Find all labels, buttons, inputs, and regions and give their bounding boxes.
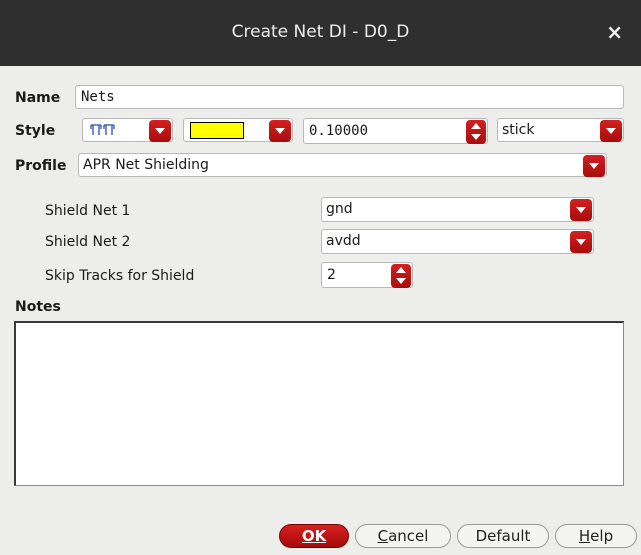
profile-select[interactable]: APR Net Shielding <box>78 153 607 177</box>
chevron-down-icon[interactable] <box>570 231 592 253</box>
width-stepper[interactable]: 0.10000 <box>303 118 488 144</box>
skip-tracks-label: Skip Tracks for Shield <box>45 268 195 284</box>
line-style-pattern-icon <box>90 124 115 135</box>
dialog-body: Name Nets Style 0.10000 stick Profile AP… <box>0 66 641 555</box>
chevron-down-icon[interactable] <box>583 155 605 177</box>
default-button[interactable]: Default <box>457 524 549 548</box>
notes-label: Notes <box>15 299 61 315</box>
shield-net1-select[interactable]: gnd <box>321 197 594 222</box>
shield-net2-select[interactable]: avdd <box>321 229 594 254</box>
name-input[interactable]: Nets <box>75 85 624 109</box>
notes-textarea[interactable] <box>14 321 624 486</box>
shield-net2-label: Shield Net 2 <box>45 234 131 250</box>
chevron-down-icon[interactable] <box>149 120 171 142</box>
style-label: Style <box>15 123 56 139</box>
shield-net1-label: Shield Net 1 <box>45 203 131 219</box>
cancel-button[interactable]: Cancel <box>355 524 451 548</box>
ok-button[interactable]: OK <box>279 524 349 548</box>
chevron-down-icon[interactable] <box>269 120 291 142</box>
title-bar: Create Net DI - D0_D × <box>0 0 641 66</box>
style-type-select[interactable]: stick <box>497 118 624 142</box>
width-value: 0.10000 <box>309 123 369 139</box>
shield-net1-value: gnd <box>326 201 353 217</box>
skip-tracks-stepper[interactable]: 2 <box>321 262 413 288</box>
help-button[interactable]: Help <box>555 524 637 548</box>
spinner-arrows-icon[interactable] <box>391 264 411 288</box>
profile-value: APR Net Shielding <box>83 157 209 173</box>
color-swatch <box>190 122 244 139</box>
spinner-arrows-icon[interactable] <box>466 120 486 144</box>
style-type-value: stick <box>502 122 535 138</box>
profile-label: Profile <box>15 158 67 174</box>
cancel-label: ancel <box>388 527 429 545</box>
color-select[interactable] <box>183 118 293 142</box>
name-label: Name <box>15 90 61 106</box>
chevron-down-icon[interactable] <box>570 199 592 221</box>
line-style-select[interactable] <box>82 118 173 142</box>
close-icon[interactable]: × <box>606 20 623 44</box>
skip-tracks-value: 2 <box>327 267 336 283</box>
default-label: Default <box>475 527 531 545</box>
help-mnemonic: H <box>578 527 591 545</box>
chevron-down-icon[interactable] <box>600 120 622 142</box>
shield-net2-value: avdd <box>326 233 361 249</box>
ok-label: OK <box>301 527 327 545</box>
cancel-mnemonic: C <box>377 527 389 545</box>
help-label: elp <box>590 527 614 545</box>
window-title: Create Net DI - D0_D <box>231 22 410 42</box>
